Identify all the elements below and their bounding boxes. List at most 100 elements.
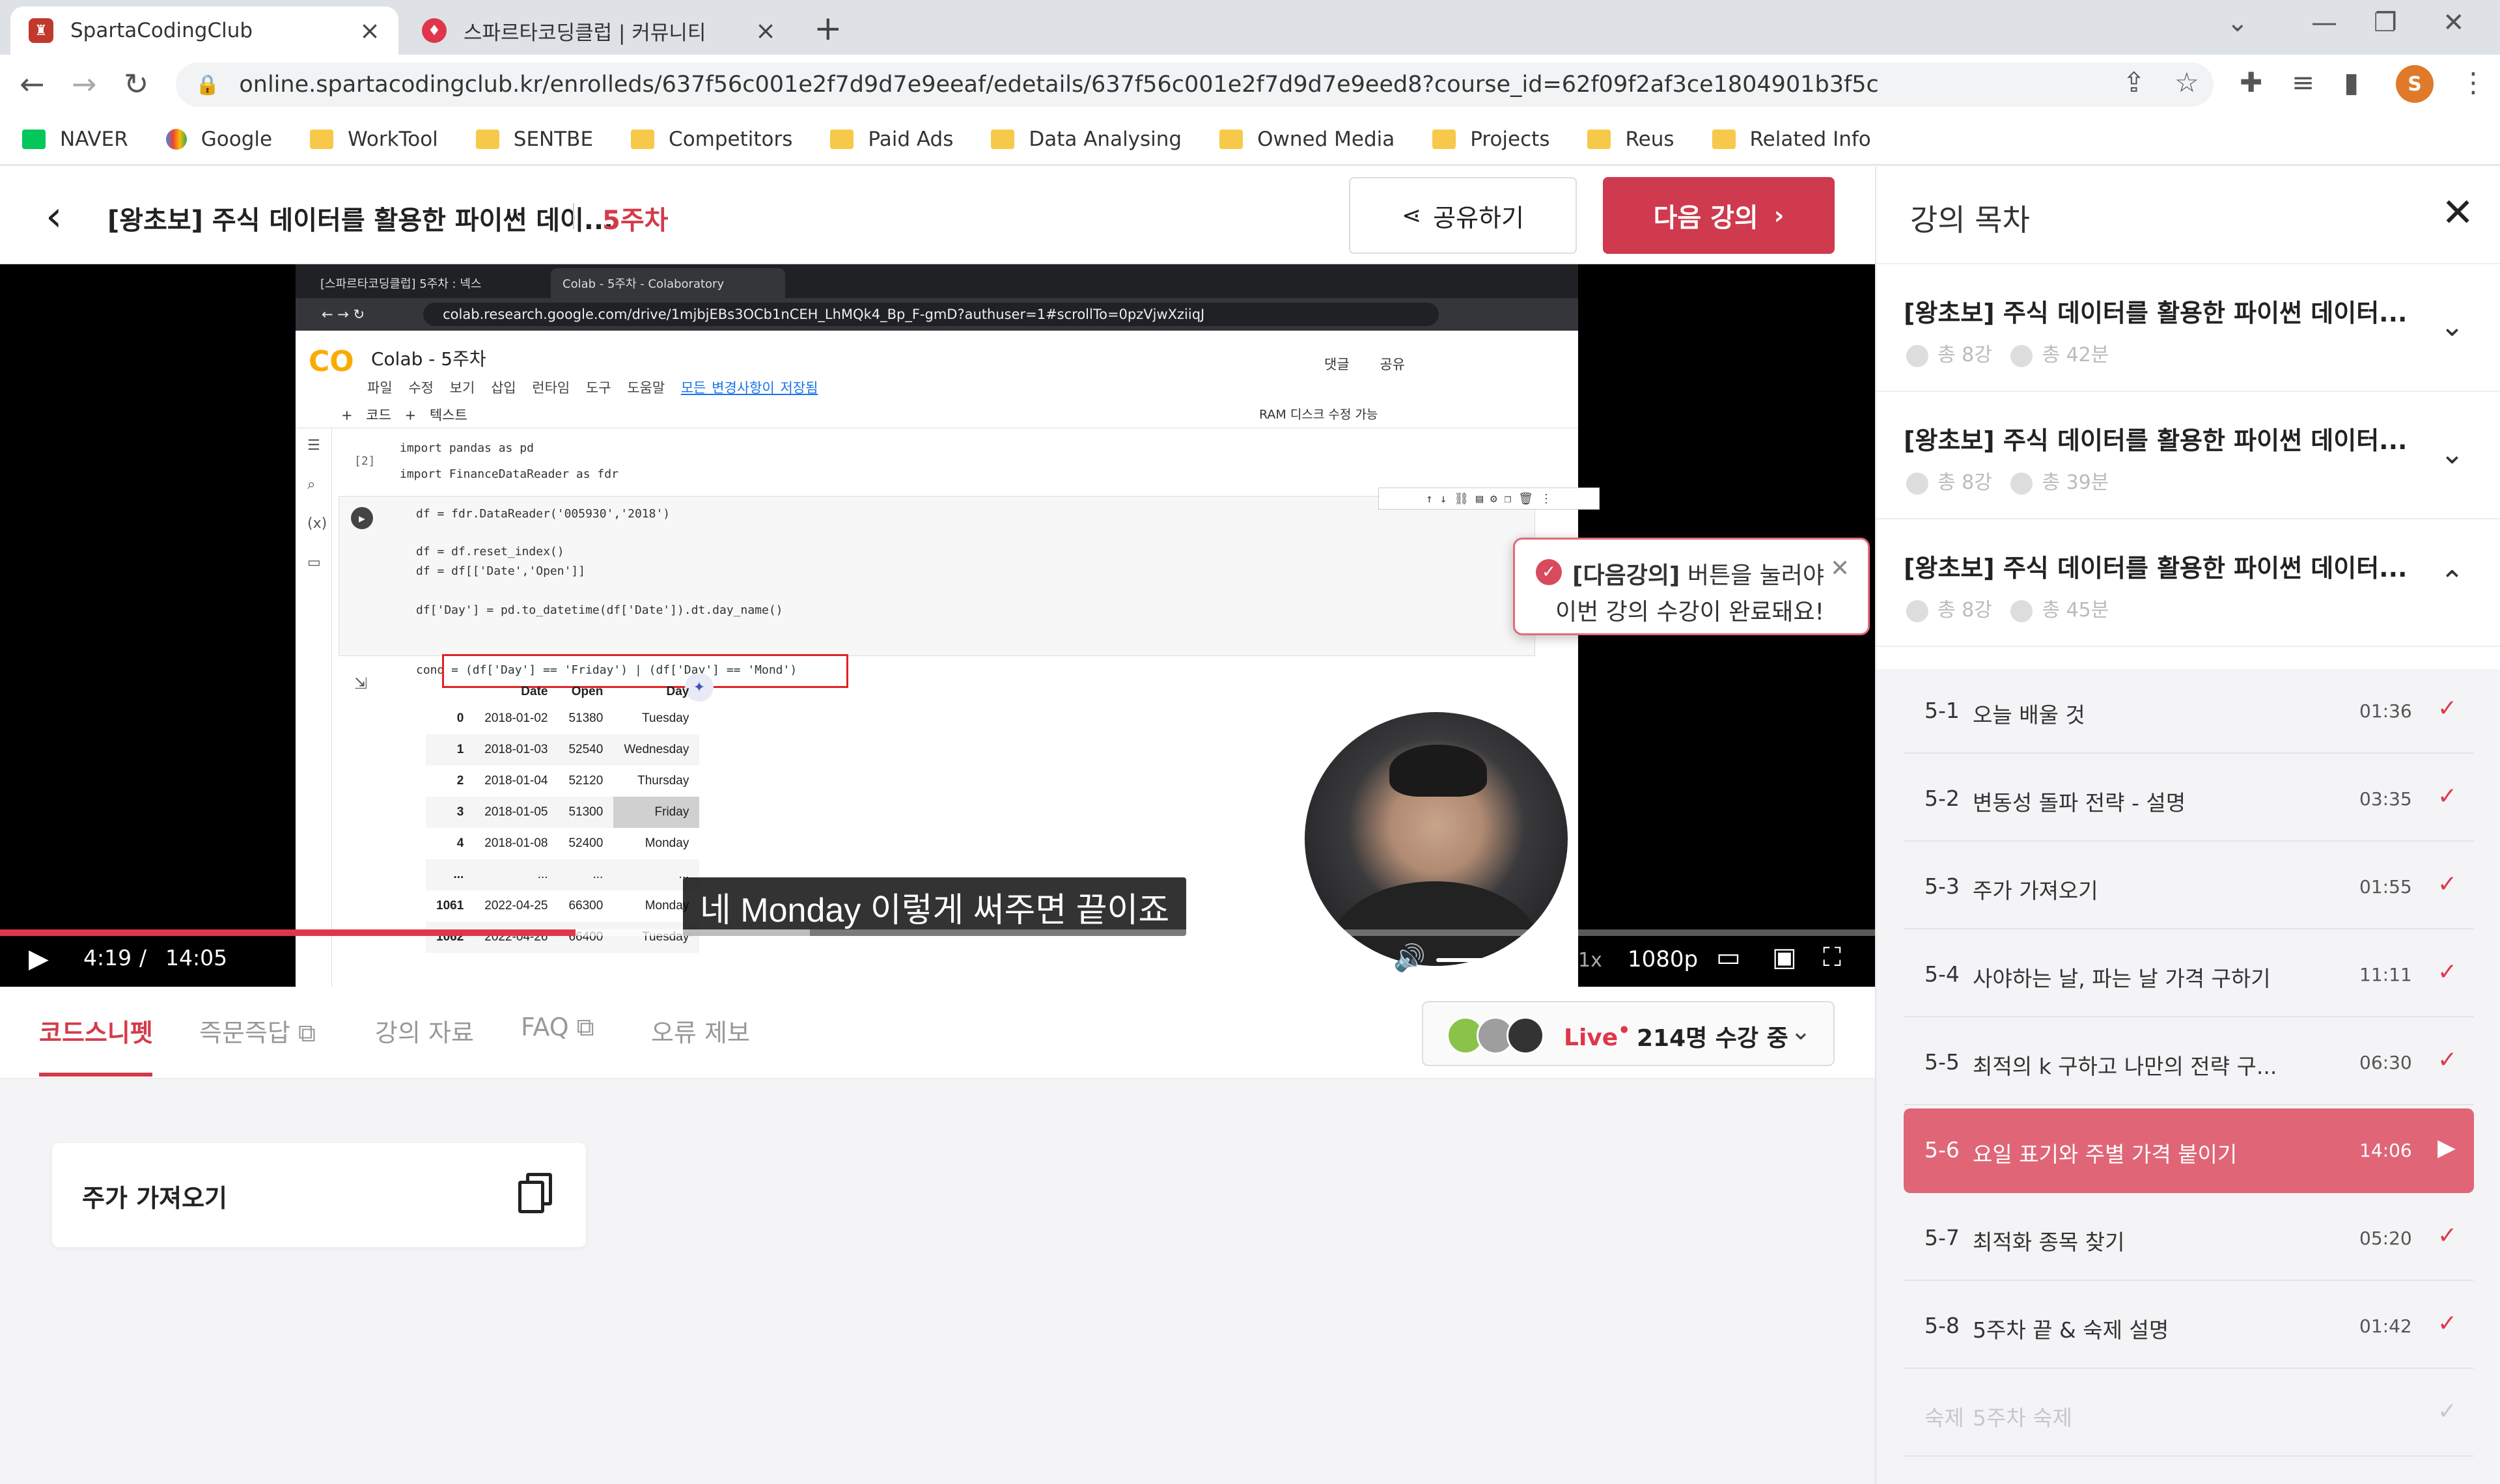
share-button[interactable]: ⋖ 공유하기 — [1349, 177, 1577, 254]
browser-tab-community[interactable]: ♦ 스파르타코딩클럽 | 커뮤니티 × — [404, 7, 794, 55]
lesson-item[interactable]: 5-7 최적화 종목 찾기 05:20 ✓ — [1904, 1196, 2474, 1281]
browser-menu-icon[interactable]: ⋮ — [2460, 66, 2487, 98]
lesson-item[interactable]: 5-6 요일 표기와 주별 가격 붙이기 14:06 ▶ — [1904, 1108, 2474, 1193]
lesson-item[interactable]: 숙제 5주차 숙제 ✓ — [1904, 1372, 2474, 1457]
bookmark-paid-ads[interactable]: Paid Ads — [830, 128, 953, 151]
copy-icon[interactable] — [518, 1173, 552, 1213]
media-control-icon[interactable]: ≡ — [2292, 66, 2314, 98]
bookmark-related-info[interactable]: Related Info — [1712, 128, 1871, 151]
fullscreen-icon[interactable]: ⛶ — [1823, 942, 1841, 972]
live-text: Live — [1564, 1024, 1618, 1051]
chevron-down-icon[interactable]: ⌄ — [2440, 437, 2464, 471]
volume-slider[interactable] — [1436, 958, 1551, 962]
picture-in-picture-icon[interactable]: ▣ — [1772, 942, 1797, 972]
bookmark-label: Reus — [1625, 128, 1674, 151]
folder-icon — [310, 130, 334, 149]
back-arrow-icon[interactable]: ← — [20, 66, 45, 102]
code-snippet-card[interactable]: 주가 가져오기 — [52, 1143, 586, 1247]
folder-icon — [830, 130, 854, 149]
bookmark-naver[interactable]: NAVER — [22, 128, 128, 151]
tab-lecture-materials[interactable]: 강의 자료 — [375, 1013, 474, 1049]
bookmark-label: NAVER — [60, 128, 128, 151]
lesson-item[interactable]: 5-5 최적의 k 구하고 나만의 전략 구... 06:30 ✓ — [1904, 1021, 2474, 1105]
lesson-item[interactable]: 5-3 주가 가져오기 01:55 ✓ — [1904, 845, 2474, 929]
restore-icon[interactable]: ❐ — [2374, 8, 2397, 38]
sparta-favicon-icon: ♜ — [29, 18, 53, 43]
lesson-item[interactable]: 5-1 오늘 배울 것 01:36 ✓ — [1904, 669, 2474, 754]
lesson-item[interactable]: 5-2 변동성 돌파 전략 - 설명 03:35 ✓ — [1904, 757, 2474, 842]
play-icon[interactable]: ▶ — [29, 944, 49, 974]
lesson-duration: 11:11 — [2359, 964, 2412, 985]
lesson-title: 5주차 숙제 — [1973, 1405, 2072, 1431]
bookmark-worktool[interactable]: WorkTool — [310, 128, 438, 151]
chevron-up-icon[interactable]: ⌃ — [2440, 565, 2464, 598]
bookmark-label: Paid Ads — [868, 128, 954, 151]
week-card[interactable]: [왕초보] 주식 데이터를 활용한 파이썬 데이터... 총 8강 총 42분 … — [1876, 264, 2500, 392]
bookmark-sentbe[interactable]: SENTBE — [475, 128, 593, 151]
url-bar[interactable]: 🔒 online.spartacodingclub.kr/enrolleds/6… — [176, 62, 2214, 107]
video-player[interactable]: [스파르타코딩클럽] 5주차 : 넥스 Colab - 5주차 - Colabo… — [0, 264, 1875, 987]
tab-close-icon[interactable]: × — [755, 16, 776, 45]
code-cell-imports: [2] import pandas as pd import FinanceDa… — [354, 435, 1533, 487]
check-icon: ✓ — [2438, 1398, 2458, 1425]
lock-icon: 🔒 — [195, 73, 220, 96]
lesson-title: 5주차 끝 & 숙제 설명 — [1973, 1317, 2169, 1343]
bookmark-google[interactable]: Google — [165, 128, 272, 151]
quality-selector[interactable]: 1080p — [1628, 946, 1698, 972]
lesson-title: 주가 가져오기 — [1973, 878, 2098, 903]
next-lecture-button[interactable]: 다음 강의 › — [1603, 177, 1835, 254]
table-cell: 2018-01-04 — [484, 774, 548, 788]
forward-arrow-icon[interactable]: → — [72, 66, 97, 102]
tab-instant-qa[interactable]: 즉문즉답 ⧉ — [199, 1013, 316, 1049]
bookmark-data-analysing[interactable]: Data Analysing — [991, 128, 1182, 151]
lesson-duration: 01:55 — [2359, 876, 2412, 898]
lesson-item[interactable]: 5-4 사야하는 날, 파는 날 가격 구하기 11:11 ✓ — [1904, 933, 2474, 1017]
live-viewers-dropdown[interactable]: Live• 214명 수강 중 ⌄ — [1422, 1001, 1835, 1066]
tab-faq[interactable]: FAQ ⧉ — [521, 1013, 594, 1042]
tab-code-snippet[interactable]: 코드스니펫 — [39, 1013, 153, 1049]
close-icon[interactable]: ✕ — [2441, 190, 2474, 236]
lesson-item[interactable]: 5-8 5주차 끝 & 숙제 설명 01:42 ✓ — [1904, 1284, 2474, 1369]
bookmark-label: Competitors — [669, 128, 793, 151]
tab-search-chevron-icon[interactable]: ⌄ — [2227, 8, 2249, 38]
bookmark-competitors[interactable]: Competitors — [631, 128, 792, 151]
back-chevron-icon[interactable]: ‹ — [46, 193, 62, 241]
tab-title: SpartaCodingClub — [70, 19, 253, 42]
bookmark-reus[interactable]: Reus — [1587, 128, 1674, 151]
playback-speed[interactable]: 1x — [1578, 949, 1602, 972]
bookmark-owned-media[interactable]: Owned Media — [1219, 128, 1395, 151]
chevron-down-icon[interactable]: ⌄ — [2440, 310, 2464, 343]
browser-tab-sparta[interactable]: ♜ SpartaCodingClub × — [10, 7, 398, 55]
lesson-number: 5-3 — [1924, 873, 1960, 899]
bookmark-projects[interactable]: Projects — [1432, 128, 1549, 151]
tab-error-report[interactable]: 오류 제보 — [651, 1013, 750, 1049]
output-icon: ⇲ — [354, 674, 368, 693]
volume-icon[interactable]: 🔊 — [1393, 942, 1426, 973]
toast-close-icon[interactable]: ✕ — [1830, 555, 1850, 582]
table-row: 2 2018-01-04 52120 Thursday — [426, 765, 699, 797]
week-card[interactable]: [왕초보] 주식 데이터를 활용한 파이썬 데이터... 총 8강 총 39분 … — [1876, 392, 2500, 519]
table-cell: 1061 — [436, 899, 464, 913]
bookmark-label: Related Info — [1749, 128, 1871, 151]
minimize-icon[interactable]: — — [2311, 8, 2337, 38]
side-panel-icon[interactable]: ▮ — [2344, 66, 2359, 98]
extensions-icon[interactable]: ✚ — [2240, 66, 2262, 98]
tab-close-icon[interactable]: × — [359, 16, 380, 45]
week-card[interactable]: [왕초보] 주식 데이터를 활용한 파이썬 데이터... 총 8강 총 45분 … — [1876, 519, 2500, 647]
bookmark-star-icon[interactable]: ☆ — [2174, 66, 2199, 98]
captions-icon[interactable]: ▭ — [1716, 942, 1741, 972]
share-page-icon[interactable]: ⇪ — [2122, 66, 2145, 98]
code-line: import FinanceDataReader as fdr — [400, 467, 618, 481]
active-tab-underline — [39, 1073, 152, 1077]
window-close-icon[interactable]: ✕ — [2443, 8, 2465, 38]
play-circle-icon — [1906, 599, 1928, 622]
profile-avatar[interactable]: S — [2396, 65, 2434, 103]
reload-icon[interactable]: ↻ — [124, 66, 149, 102]
progress-bar[interactable] — [0, 929, 1875, 936]
new-tab-icon[interactable]: + — [814, 9, 842, 48]
table-cell: 0 — [456, 711, 464, 725]
table-cell: 2018-01-05 — [474, 797, 559, 828]
play-icon: ▶ — [2438, 1134, 2456, 1161]
table-row: ............ — [426, 859, 700, 890]
snippet-label: 주가 가져오기 — [82, 1184, 227, 1213]
